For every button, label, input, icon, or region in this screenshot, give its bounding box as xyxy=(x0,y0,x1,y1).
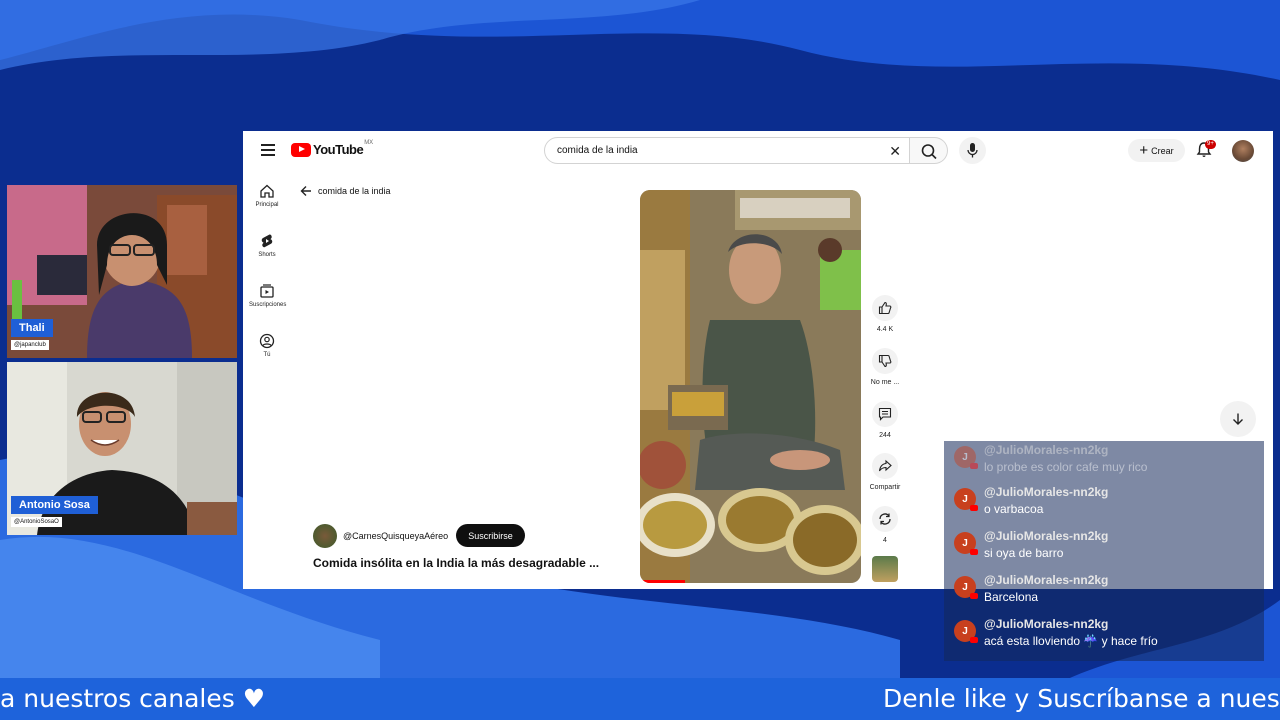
chat-username: @JulioMorales-nn2kg xyxy=(984,573,1109,587)
microphone-icon xyxy=(967,143,978,158)
thumbs-up-icon xyxy=(878,301,892,315)
subscriptions-icon xyxy=(260,284,274,298)
chat-avatar: J xyxy=(954,620,978,643)
share-label: Compartir xyxy=(869,484,901,491)
chat-avatar: J xyxy=(954,446,978,469)
webcam-thali: Thali @japanclub xyxy=(7,185,237,358)
back-link[interactable]: comida de la india xyxy=(300,185,391,197)
back-label: comida de la india xyxy=(318,186,391,196)
remix-button[interactable]: 4 xyxy=(865,506,905,544)
video-title[interactable]: Comida insólita en la India la más desag… xyxy=(313,556,618,570)
channel-name[interactable]: @CarnesQuisqueyaAéreo xyxy=(343,531,448,541)
webcam-antonio: Antonio Sosa @AntonioSosaO xyxy=(7,362,237,535)
video-frame xyxy=(640,190,861,583)
comments-button[interactable]: 244 xyxy=(865,401,905,439)
next-video-button[interactable] xyxy=(1220,401,1256,437)
youtube-country-code: MX xyxy=(364,139,374,146)
plus-icon: + xyxy=(1139,142,1149,159)
youtube-logo[interactable]: YouTube MX xyxy=(291,139,374,157)
remix-icon xyxy=(879,513,891,525)
comment-icon xyxy=(878,407,892,421)
chat-username: @JulioMorales-nn2kg xyxy=(984,617,1109,631)
arrow-down-icon xyxy=(1233,413,1243,425)
chat-avatar: J xyxy=(954,488,978,511)
chat-avatar: J xyxy=(954,576,978,599)
share-button[interactable]: Compartir xyxy=(865,453,905,491)
search-value: comida de la india xyxy=(557,145,638,156)
cam-handle-antonio: @AntonioSosaO xyxy=(11,517,62,527)
video-progress-bar[interactable] xyxy=(640,580,685,583)
chat-text: Barcelona xyxy=(984,590,1039,604)
cam-name-antonio: Antonio Sosa xyxy=(11,496,98,514)
sidebar-item-principal[interactable]: Principal xyxy=(249,183,285,208)
voice-search-button[interactable] xyxy=(959,137,986,164)
dislike-label: No me ... xyxy=(870,379,900,386)
chat-text: o varbacoa xyxy=(984,502,1044,516)
audio-thumbnail[interactable] xyxy=(872,556,898,582)
menu-icon[interactable] xyxy=(261,144,275,156)
chat-text: si oya de barro xyxy=(984,546,1064,560)
youtube-play-icon xyxy=(291,142,311,157)
sidebar-item-label: Principal xyxy=(255,202,279,208)
thumbs-down-icon xyxy=(878,354,892,368)
youtube-header: YouTube MX comida de la india ✕ + Crear 9… xyxy=(243,131,1273,171)
search-icon xyxy=(921,144,937,160)
live-chat-overlay: J @JulioMorales-nn2kg lo probe es color … xyxy=(944,441,1264,661)
ticker-text-right: Denle like y Suscríbanse a nuestro xyxy=(883,684,1280,713)
clear-search-icon[interactable]: ✕ xyxy=(889,143,901,160)
search-input[interactable]: comida de la india ✕ xyxy=(544,137,910,164)
sidebar-item-shorts[interactable]: Shorts xyxy=(249,233,285,258)
chat-text: lo probe es color cafe muy rico xyxy=(984,460,1148,474)
chat-username: @JulioMorales-nn2kg xyxy=(984,443,1109,457)
chat-username: @JulioMorales-nn2kg xyxy=(984,485,1109,499)
chat-username: @JulioMorales-nn2kg xyxy=(984,529,1109,543)
arrow-left-icon xyxy=(300,186,311,196)
create-label: Crear xyxy=(1151,145,1174,156)
share-icon xyxy=(878,459,892,472)
subscribe-button[interactable]: Suscribirse xyxy=(456,524,525,547)
sidebar-item-tu[interactable]: Tú xyxy=(249,333,285,358)
dislike-button[interactable]: No me ... xyxy=(865,348,905,386)
sidebar-item-suscripciones[interactable]: Suscripciones xyxy=(249,283,287,308)
account-avatar[interactable] xyxy=(1232,140,1254,162)
shorts-icon xyxy=(261,234,273,248)
channel-avatar[interactable] xyxy=(313,524,337,548)
like-button[interactable]: 4.4 K xyxy=(865,295,905,333)
create-button[interactable]: + Crear xyxy=(1128,139,1185,162)
sidebar-item-label: Tú xyxy=(263,352,271,358)
search-button[interactable] xyxy=(910,137,948,164)
short-video-player[interactable] xyxy=(640,190,861,583)
sidebar-item-label: Shorts xyxy=(258,252,276,258)
youtube-logo-text: YouTube xyxy=(313,142,364,157)
you-icon xyxy=(259,333,275,349)
sidebar-item-label: Suscripciones xyxy=(249,302,287,308)
cam-name-thali: Thali xyxy=(11,319,53,337)
notification-badge: 9+ xyxy=(1205,140,1216,149)
cam-handle-thali: @japanclub xyxy=(11,340,49,350)
remix-count: 4 xyxy=(883,537,887,544)
scrolling-ticker: a nuestros canales ♥ Denle like y Suscrí… xyxy=(0,678,1280,720)
chat-text: acá esta lloviendo ☔ y hace frío xyxy=(984,634,1158,648)
comments-count: 244 xyxy=(879,432,891,439)
home-icon xyxy=(260,184,274,198)
likes-count: 4.4 K xyxy=(876,326,894,333)
chat-avatar: J xyxy=(954,532,978,555)
ticker-text-left: a nuestros canales ♥ xyxy=(0,684,266,713)
